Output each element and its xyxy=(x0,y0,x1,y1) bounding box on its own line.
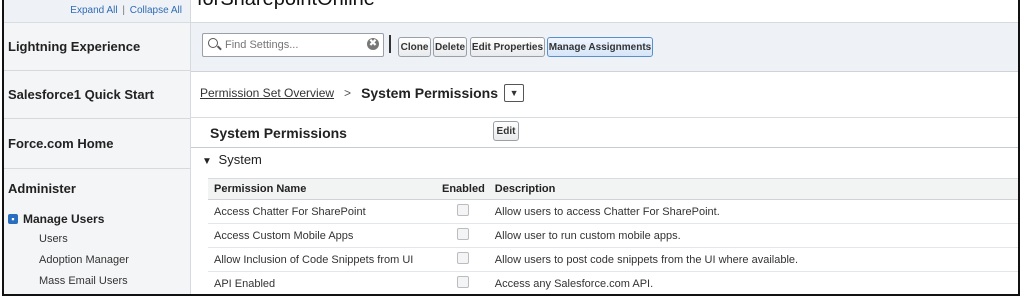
description-cell: Access any Salesforce.com API. xyxy=(488,271,1018,294)
description-cell: Allow users to post code snippets from t… xyxy=(488,247,1018,272)
clone-button[interactable]: Clone xyxy=(398,37,431,57)
sidebar-item-mass-email-users[interactable]: Mass Email Users xyxy=(8,271,190,292)
breadcrumb-current: System Permissions xyxy=(361,85,499,101)
permission-name-cell: Allow Inclusion of Code Snippets from UI xyxy=(208,247,438,272)
main-content: forSharepointOnline ✖ Clone Delete Edit … xyxy=(191,0,1018,294)
section-title-label: System xyxy=(218,152,262,167)
sidebar-administer-title: Administer xyxy=(8,181,76,196)
enabled-cell xyxy=(438,271,489,294)
triangle-down-icon[interactable]: ▼ xyxy=(202,156,212,167)
table-row: Access Custom Mobile Apps Allow user to … xyxy=(208,223,1018,248)
breadcrumb-permission-set-overview[interactable]: Permission Set Overview xyxy=(200,86,334,100)
search-box[interactable]: ✖ xyxy=(202,33,384,57)
enabled-checkbox xyxy=(457,228,470,240)
table-row: API Enabled Access any Salesforce.com AP… xyxy=(208,271,1018,294)
sidebar-group-manage-users[interactable]: ▪ Manage Users xyxy=(8,209,190,229)
search-input[interactable] xyxy=(223,36,357,54)
description-cell: Allow users to access Chatter For ShareP… xyxy=(488,199,1018,224)
section-title[interactable]: ▼ System xyxy=(202,152,262,167)
enabled-checkbox xyxy=(457,276,470,288)
section-header-system[interactable]: ▼ System xyxy=(191,147,1018,173)
search-icon xyxy=(208,38,218,48)
table-row: Access Chatter For SharePoint Allow user… xyxy=(208,199,1018,224)
breadcrumb: Permission Set Overview > System Permiss… xyxy=(200,84,525,102)
permissions-table: Permission Name Enabled Description Acce… xyxy=(208,178,1018,294)
enabled-cell xyxy=(438,223,489,248)
sidebar-item-users[interactable]: Users xyxy=(8,229,190,250)
expand-all-link[interactable]: Expand All xyxy=(70,5,117,16)
separator: | xyxy=(122,5,125,16)
sidebar-administer-section: Administer ▪ Manage Users Users Adoption… xyxy=(4,169,190,292)
enabled-cell xyxy=(438,247,489,272)
page-title: forSharepointOnline xyxy=(197,0,375,11)
table-header-row: Permission Name Enabled Description xyxy=(208,178,1018,200)
panel-title: System Permissions xyxy=(210,125,347,141)
panel-header: System Permissions Edit xyxy=(191,117,1018,148)
expand-collapse-bar: Expand All | Collapse All xyxy=(4,0,190,23)
sidebar-item-adoption-manager[interactable]: Adoption Manager xyxy=(8,250,190,271)
permission-name-cell: Access Custom Mobile Apps xyxy=(208,223,438,248)
permission-name-cell: Access Chatter For SharePoint xyxy=(208,199,438,224)
delete-button[interactable]: Delete xyxy=(433,37,467,57)
breadcrumb-separator: > xyxy=(344,86,352,100)
sidebar-item-force-home[interactable]: Force.com Home xyxy=(4,119,190,169)
enabled-cell xyxy=(438,199,489,224)
enabled-checkbox xyxy=(457,252,470,264)
permission-name-cell: API Enabled xyxy=(208,271,438,294)
setup-sidebar: Expand All | Collapse All Lightning Expe… xyxy=(4,0,191,294)
edit-button[interactable]: Edit xyxy=(493,121,519,141)
app-window: Expand All | Collapse All Lightning Expe… xyxy=(2,0,1020,296)
enabled-checkbox xyxy=(457,204,470,216)
description-cell: Allow user to run custom mobile apps. xyxy=(488,223,1018,248)
sidebar-group-label[interactable]: Manage Users xyxy=(23,209,104,229)
chevron-down-icon[interactable]: ▼ xyxy=(504,84,525,102)
column-header-enabled: Enabled xyxy=(438,178,489,200)
toolbar-divider xyxy=(389,35,391,53)
collapse-toggle-icon[interactable]: ▪ xyxy=(8,214,18,224)
edit-properties-button[interactable]: Edit Properties xyxy=(470,37,545,57)
sidebar-item-lightning-experience[interactable]: Lightning Experience xyxy=(4,23,190,71)
sidebar-item-salesforce1-quick-start[interactable]: Salesforce1 Quick Start xyxy=(4,71,190,119)
manage-assignments-button[interactable]: Manage Assignments xyxy=(547,37,653,57)
toolbar: ✖ Clone Delete Edit Properties Manage As… xyxy=(191,22,1018,72)
clear-icon[interactable]: ✖ xyxy=(367,38,379,50)
collapse-all-link[interactable]: Collapse All xyxy=(130,5,182,16)
table-row: Allow Inclusion of Code Snippets from UI… xyxy=(208,247,1018,272)
column-header-permission-name: Permission Name xyxy=(208,178,438,200)
column-header-description: Description xyxy=(488,178,1018,200)
